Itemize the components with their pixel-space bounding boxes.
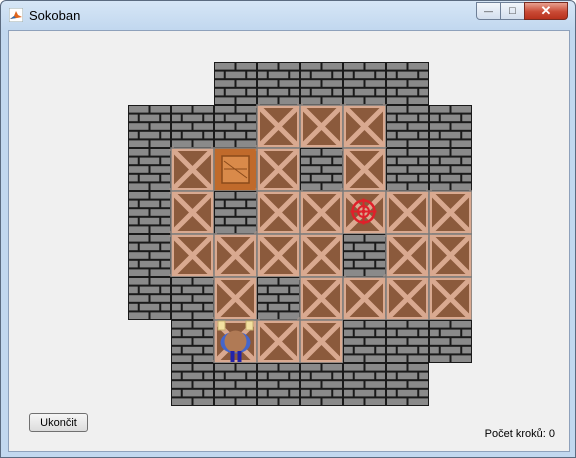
maximize-icon: □ (509, 5, 516, 17)
game-panel: Ukončit Počet kroků: 0 (8, 30, 570, 452)
wall-tile-1-7 (429, 105, 472, 148)
wall-tile-6-6 (386, 320, 429, 363)
floor-tile-3-3 (255, 189, 302, 236)
wall-tile-2-4 (300, 148, 343, 191)
maximize-button[interactable]: □ (500, 2, 525, 20)
step-counter: Počet kroků: 0 (484, 428, 555, 440)
wall-tile-0-5 (343, 62, 386, 105)
floor-tile-5-7 (427, 275, 472, 322)
minimize-icon: — (484, 6, 493, 16)
floor-tile-1-3 (255, 103, 302, 150)
wall-tile-0-4 (300, 62, 343, 105)
floor-tile-5-6 (384, 275, 431, 322)
floor-tile-3-4 (298, 189, 345, 236)
wall-tile-5-3 (257, 277, 300, 320)
wall-tile-2-0 (128, 148, 171, 191)
floor-tile-4-2 (212, 232, 259, 279)
wall-tile-1-1 (171, 105, 214, 148)
floor-tile-3-7 (427, 189, 472, 236)
floor-tile-5-4 (298, 275, 345, 322)
box-tile-2-2 (213, 147, 258, 192)
wall-tile-7-1 (171, 363, 214, 406)
wall-tile-6-1 (171, 320, 214, 363)
window-title: Sokoban (29, 8, 81, 23)
floor-tile-5-2 (212, 275, 259, 322)
floor-tile-4-7 (427, 232, 472, 279)
floor-tile-1-5 (341, 103, 388, 150)
wall-tile-3-2 (214, 191, 257, 234)
exit-button[interactable]: Ukončit (29, 413, 88, 432)
wall-tile-1-0 (128, 105, 171, 148)
app-window: Sokoban — □ ✕ Ukončit Počet kroků: 0 (0, 0, 576, 458)
floor-tile-2-3 (255, 146, 302, 193)
floor-tile-3-6 (384, 189, 431, 236)
floor-tile-4-6 (384, 232, 431, 279)
wall-tile-7-6 (386, 363, 429, 406)
floor-tile-4-4 (298, 232, 345, 279)
wall-tile-7-4 (300, 363, 343, 406)
wall-tile-5-1 (171, 277, 214, 320)
floor-tile-4-1 (169, 232, 216, 279)
wall-tile-7-3 (257, 363, 300, 406)
wall-tile-2-6 (386, 148, 429, 191)
floor-tile-6-3 (255, 318, 302, 365)
wall-tile-2-7 (429, 148, 472, 191)
wall-tile-0-2 (214, 62, 257, 105)
matlab-icon (9, 8, 23, 22)
title-bar[interactable]: Sokoban — □ ✕ (1, 1, 575, 31)
wall-tile-5-0 (128, 277, 171, 320)
floor-tile-2-1 (169, 146, 216, 193)
exit-button-label: Ukončit (40, 416, 77, 429)
wall-tile-6-5 (343, 320, 386, 363)
wall-tile-1-6 (386, 105, 429, 148)
wall-tile-0-3 (257, 62, 300, 105)
wall-tile-7-2 (214, 363, 257, 406)
wall-tile-3-0 (128, 191, 171, 234)
wall-tile-1-2 (214, 105, 257, 148)
wall-tile-7-5 (343, 363, 386, 406)
floor-tile-5-5 (341, 275, 388, 322)
floor-tile-2-5 (341, 146, 388, 193)
sokoban-board[interactable] (128, 62, 472, 406)
wall-tile-6-7 (429, 320, 472, 363)
floor-tile-4-3 (255, 232, 302, 279)
wall-tile-0-6 (386, 62, 429, 105)
wall-tile-4-5 (343, 234, 386, 277)
floor-tile-1-4 (298, 103, 345, 150)
wall-tile-4-0 (128, 234, 171, 277)
floor-tile-3-1 (169, 189, 216, 236)
close-button[interactable]: ✕ (524, 2, 568, 20)
floor-tile-6-4 (298, 318, 345, 365)
close-icon: ✕ (540, 3, 552, 18)
minimize-button[interactable]: — (476, 2, 501, 20)
